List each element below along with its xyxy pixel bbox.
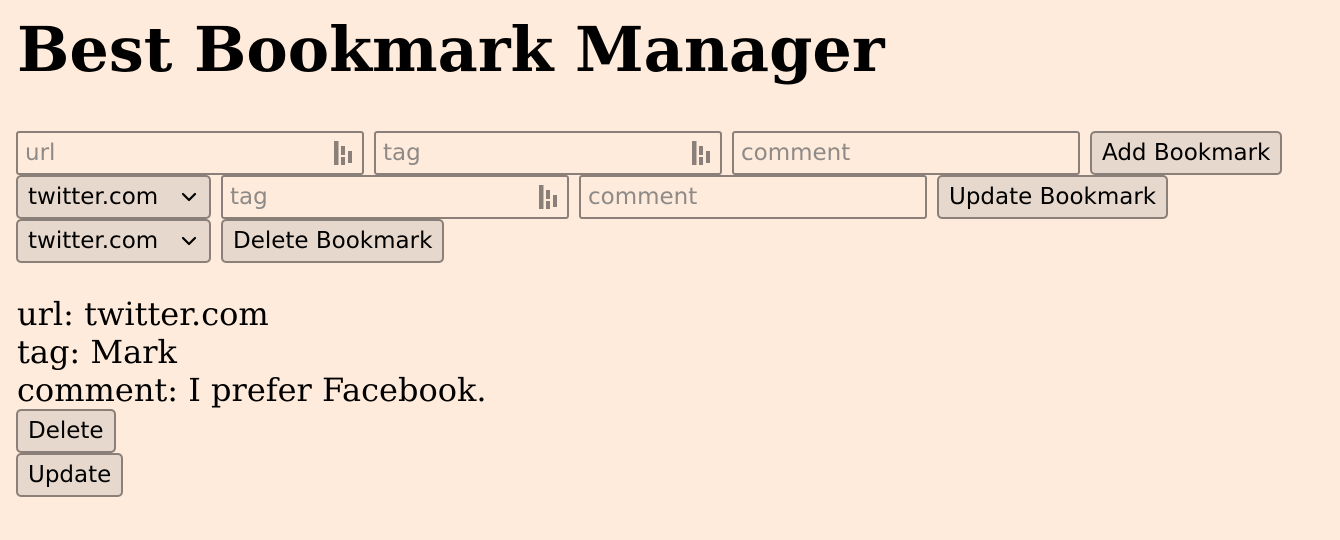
add-comment-input[interactable]: [734, 133, 1078, 173]
delete-url-select-value: twitter.com: [28, 228, 159, 254]
page-title: Best Bookmark Manager: [17, 13, 885, 86]
password-manager-icon[interactable]: [332, 140, 354, 166]
bookmark-comment: comment: I prefer Facebook.: [17, 371, 487, 409]
chevron-down-icon: [181, 236, 197, 246]
update-url-select[interactable]: twitter.com: [16, 175, 211, 219]
add-bookmark-form: Add Bookmark: [16, 131, 1283, 175]
password-manager-icon[interactable]: [537, 184, 559, 210]
bookmark-url: url: twitter.com: [17, 295, 269, 333]
update-bookmark-button[interactable]: Update Bookmark: [937, 175, 1169, 219]
update-comment-input[interactable]: [581, 177, 925, 217]
delete-bookmark-button[interactable]: Delete Bookmark: [221, 219, 445, 263]
delete-url-select[interactable]: twitter.com: [16, 219, 211, 263]
bookmark-tag: tag: Mark: [17, 333, 177, 371]
add-bookmark-button[interactable]: Add Bookmark: [1090, 131, 1283, 175]
add-comment-field[interactable]: [732, 131, 1080, 175]
add-url-field[interactable]: [16, 131, 364, 175]
delete-bookmark-form: twitter.com Delete Bookmark: [16, 219, 445, 263]
update-url-select-value: twitter.com: [28, 184, 159, 210]
bookmark-delete-button[interactable]: Delete: [16, 409, 116, 453]
password-manager-icon[interactable]: [690, 140, 712, 166]
update-tag-input[interactable]: [223, 177, 567, 217]
update-comment-field[interactable]: [579, 175, 927, 219]
chevron-down-icon: [181, 192, 197, 202]
update-tag-field[interactable]: [221, 175, 569, 219]
add-tag-field[interactable]: [374, 131, 722, 175]
add-url-input[interactable]: [18, 133, 362, 173]
bookmark-update-button[interactable]: Update: [16, 453, 124, 497]
update-bookmark-form: twitter.com Update Bookmark: [16, 175, 1169, 219]
add-tag-input[interactable]: [376, 133, 720, 173]
